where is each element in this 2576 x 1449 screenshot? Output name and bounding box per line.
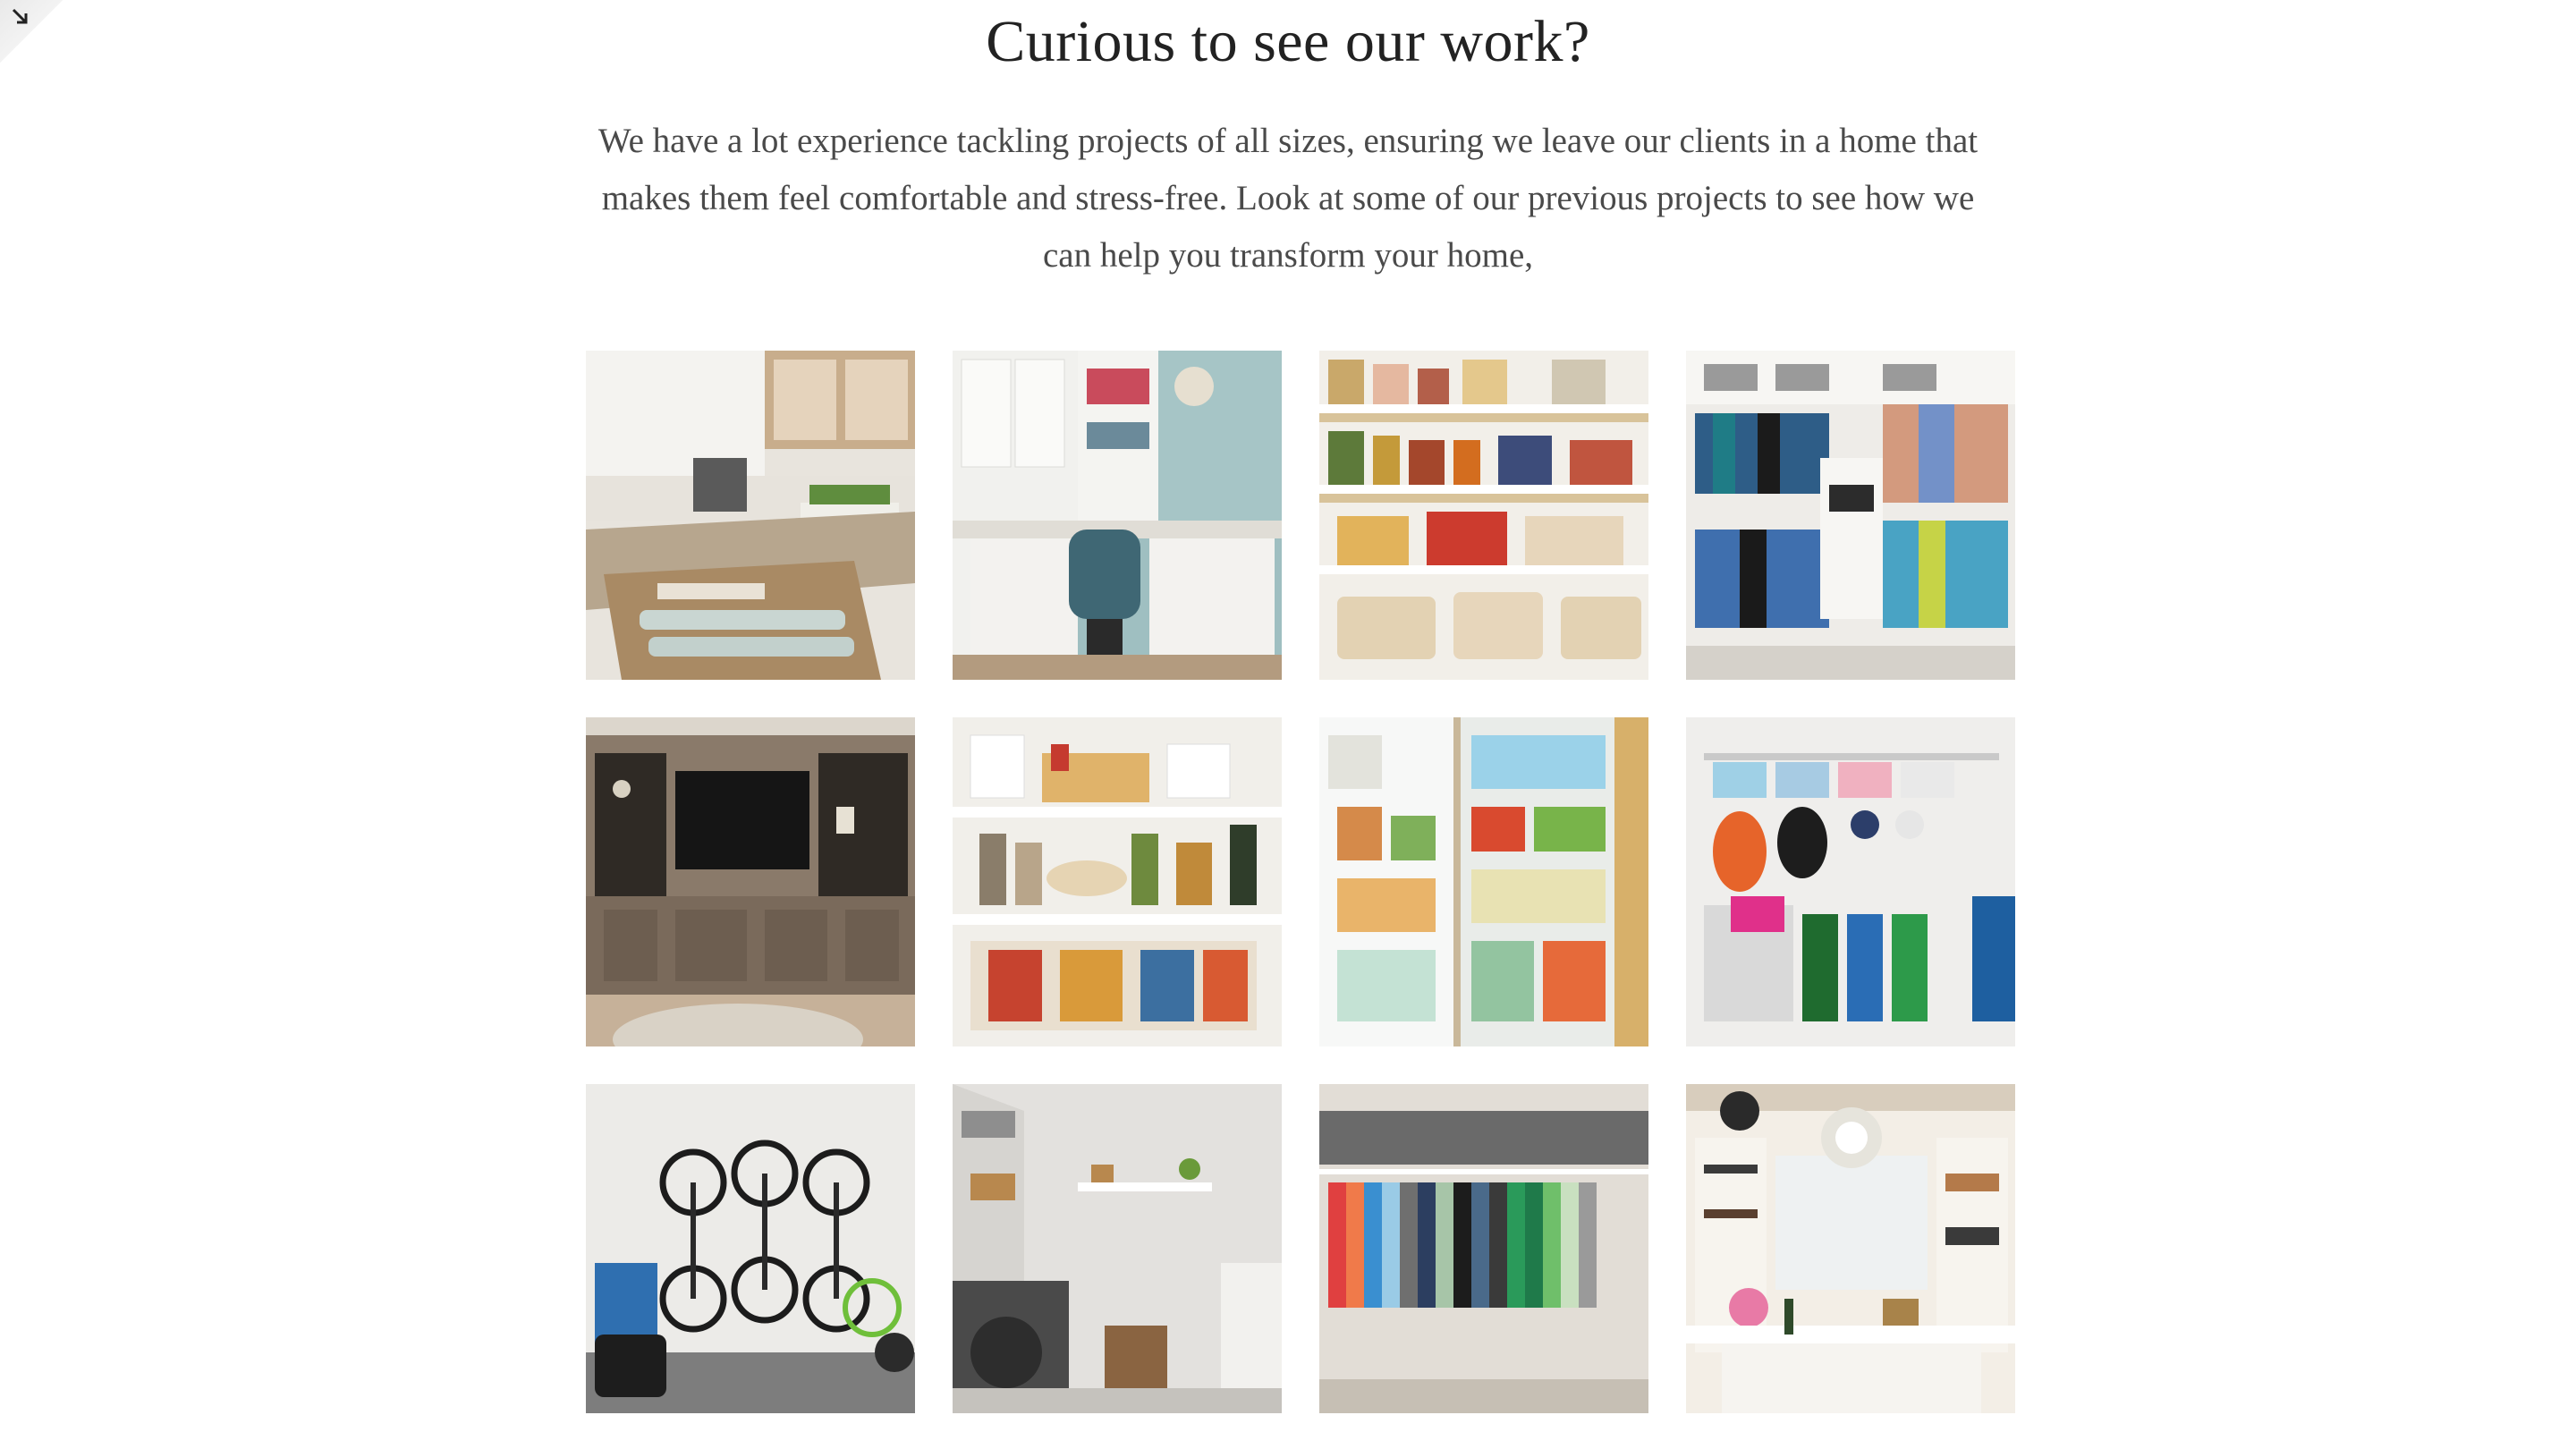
refrigerator-organization-image — [1319, 717, 1648, 1046]
gallery-image-home-office[interactable] — [953, 351, 1282, 680]
home-office-image — [953, 351, 1282, 680]
mudroom-storage-image — [1686, 717, 2015, 1046]
project-gallery — [586, 351, 2017, 1413]
gallery-image-corner-pantry[interactable] — [953, 717, 1282, 1046]
gallery-image-closet-hanging-rod[interactable] — [1319, 1084, 1648, 1413]
gallery-image-garage-bike-rack[interactable] — [586, 1084, 915, 1413]
corner-pantry-image — [953, 717, 1282, 1046]
gallery-image-mudroom-storage[interactable] — [1686, 717, 2015, 1046]
gallery-image-walk-in-closet[interactable] — [1686, 351, 2015, 680]
gallery-image-laundry-room[interactable] — [953, 1084, 1282, 1413]
section-title: Curious to see our work? — [986, 9, 1590, 74]
built-in-entertainment-wall-image — [586, 717, 915, 1046]
gallery-image-pantry-shelves[interactable] — [1319, 351, 1648, 680]
dressing-room-chandelier-image — [1686, 1084, 2015, 1413]
closet-hanging-rod-image — [1319, 1084, 1648, 1413]
section-intro: We have a lot experience tackling projec… — [597, 122, 1979, 275]
pantry-shelves-image — [1319, 351, 1648, 680]
gallery-image-built-in-entertainment-wall[interactable] — [586, 717, 915, 1046]
gallery-image-kitchen-drawers[interactable] — [586, 351, 915, 680]
garage-bike-rack-image — [586, 1084, 915, 1413]
gallery-image-refrigerator-organization[interactable] — [1319, 717, 1648, 1046]
kitchen-drawers-image — [586, 351, 915, 680]
gallery-image-dressing-room-chandelier[interactable] — [1686, 1084, 2015, 1413]
laundry-room-image — [953, 1084, 1282, 1413]
walk-in-closet-image — [1686, 351, 2015, 680]
